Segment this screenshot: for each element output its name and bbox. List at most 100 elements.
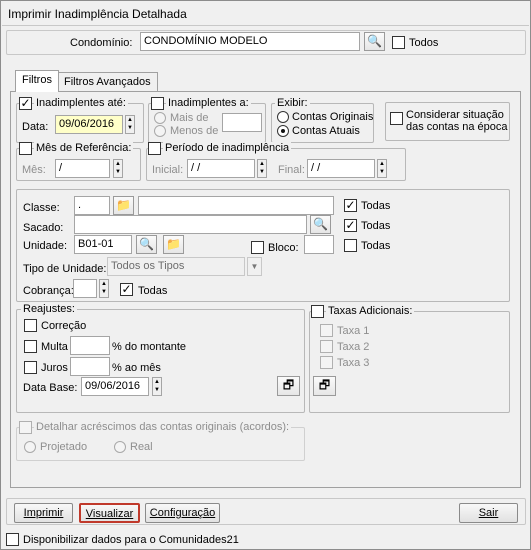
- unidade-label: Unidade:: [23, 240, 68, 252]
- projetado-radio[interactable]: [24, 441, 36, 453]
- considerar-checkbox[interactable]: [390, 112, 403, 125]
- cobranca-label: Cobrança:: [23, 285, 74, 297]
- periodo-checkbox[interactable]: [148, 142, 161, 155]
- sacado-todas-checkbox[interactable]: ✓: [344, 219, 357, 232]
- settings-window-icon: 🗗: [282, 378, 295, 392]
- mes-spinner[interactable]: ▲ ▼: [113, 159, 123, 178]
- menos-de-radio[interactable]: [154, 125, 166, 137]
- mes-referencia-checkbox[interactable]: [19, 142, 32, 155]
- condominio-todos-checkbox[interactable]: [392, 36, 405, 49]
- data-base-label: Data Base:: [23, 382, 78, 394]
- juros-label: Juros: [41, 362, 68, 374]
- unidade-todas-label: Todas: [361, 240, 391, 252]
- cobranca-todas-checkbox[interactable]: ✓: [120, 283, 133, 296]
- inadimplentes-ate-checkbox[interactable]: ✓: [19, 97, 32, 110]
- classe-folder-button[interactable]: 📁: [113, 196, 134, 215]
- multa-input[interactable]: [70, 336, 110, 355]
- reajustes-config-button[interactable]: 🗗: [277, 376, 300, 396]
- print-dialog-window: Imprimir Inadimplência Detalhada Condomí…: [0, 0, 531, 550]
- juros-checkbox[interactable]: [24, 361, 37, 374]
- tab-filtros-avancados[interactable]: Filtros Avançados: [57, 72, 158, 92]
- folder-icon: 📁: [166, 237, 181, 251]
- visualizar-button[interactable]: Visualizar: [79, 503, 140, 523]
- imprimir-button[interactable]: Imprimir: [14, 503, 73, 523]
- juros-suffix: % ao mês: [112, 362, 161, 374]
- inadimplentes-ate-date-input[interactable]: 09/06/2016: [55, 115, 123, 134]
- data-base-spinner[interactable]: ▲ ▼: [152, 377, 162, 396]
- projetado-label: Projetado: [40, 441, 88, 453]
- mes-label: Mês:: [22, 164, 46, 176]
- juros-input[interactable]: [70, 357, 110, 376]
- detalhar-checkbox[interactable]: [19, 421, 32, 434]
- multa-checkbox[interactable]: [24, 340, 37, 353]
- unidade-todas-checkbox[interactable]: [344, 239, 357, 252]
- sacado-label: Sacado:: [23, 222, 64, 234]
- mais-de-label: Mais de: [170, 112, 209, 124]
- inicial-label: Inicial:: [152, 164, 184, 176]
- contas-atuais-label: Contas Atuais: [292, 125, 360, 137]
- condominio-search-button[interactable]: 🔍: [364, 32, 385, 51]
- inadimplentes-a-days-input[interactable]: [222, 113, 262, 132]
- sacado-input[interactable]: [74, 215, 307, 234]
- mais-de-radio[interactable]: [154, 112, 166, 124]
- sacado-todas-label: Todas: [361, 220, 391, 232]
- exibir-label: Exibir:: [275, 97, 310, 109]
- menos-de-label: Menos de: [170, 125, 219, 137]
- mes-input[interactable]: /: [55, 159, 110, 178]
- unidade-folder-button[interactable]: 📁: [163, 235, 184, 254]
- tipo-unidade-label: Tipo de Unidade:: [23, 263, 107, 275]
- taxa2-label: Taxa 2: [337, 341, 370, 353]
- condominio-input[interactable]: CONDOMÍNIO MODELO: [140, 32, 360, 51]
- mes-referencia-label: Mês de Referência:: [34, 142, 134, 154]
- inadimplentes-a-checkbox[interactable]: [151, 97, 164, 110]
- real-label: Real: [130, 441, 153, 453]
- folder-icon: 📁: [116, 198, 131, 212]
- binoculars-icon: 🔍: [139, 237, 154, 251]
- classe-todas-checkbox[interactable]: ✓: [344, 199, 357, 212]
- contas-originais-radio[interactable]: [277, 111, 289, 123]
- bloco-checkbox[interactable]: [251, 241, 264, 254]
- taxas-config-button[interactable]: 🗗: [313, 376, 336, 396]
- contas-atuais-radio[interactable]: [277, 125, 289, 137]
- contas-originais-label: Contas Originais: [292, 111, 374, 123]
- inadimplentes-ate-label: Inadimplentes até:: [34, 97, 128, 109]
- classe-description-input[interactable]: [138, 196, 334, 215]
- window-title: Imprimir Inadimplência Detalhada: [2, 2, 529, 26]
- cobranca-spinner[interactable]: ▲ ▼: [99, 279, 109, 298]
- sair-button[interactable]: Sair: [459, 503, 518, 523]
- reajustes-label: Reajustes:: [21, 303, 77, 315]
- considerar-label: Considerar situação das contas na época: [406, 109, 508, 133]
- real-radio[interactable]: [114, 441, 126, 453]
- taxa3-checkbox[interactable]: [320, 356, 333, 369]
- classe-input[interactable]: .: [74, 196, 110, 215]
- disponibilizar-checkbox[interactable]: [6, 533, 19, 546]
- taxas-checkbox[interactable]: [311, 305, 324, 318]
- final-spinner[interactable]: ▲ ▼: [377, 159, 387, 178]
- correcao-label: Correção: [41, 320, 87, 332]
- inicial-input[interactable]: / /: [187, 159, 255, 178]
- unidade-search-button[interactable]: 🔍: [136, 235, 157, 254]
- inadimplentes-ate-date-spinner[interactable]: ▲ ▼: [125, 115, 135, 134]
- unidade-input[interactable]: B01-01: [74, 235, 132, 254]
- taxa1-checkbox[interactable]: [320, 324, 333, 337]
- taxa2-checkbox[interactable]: [320, 340, 333, 353]
- inicial-spinner[interactable]: ▲ ▼: [257, 159, 267, 178]
- multa-suffix: % do montante: [112, 341, 186, 353]
- data-base-input[interactable]: 09/06/2016: [81, 377, 149, 396]
- cobranca-input[interactable]: [73, 279, 97, 298]
- binoculars-icon: 🔍: [313, 217, 328, 231]
- taxa1-label: Taxa 1: [337, 325, 370, 337]
- final-input[interactable]: / /: [307, 159, 375, 178]
- configuracao-button[interactable]: Configuração: [145, 503, 220, 523]
- periodo-label: Período de inadimplência: [163, 142, 292, 154]
- condominio-todos-label: Todos: [409, 37, 439, 49]
- tab-filtros[interactable]: Filtros: [15, 70, 59, 92]
- taxas-label: Taxas Adicionais:: [326, 305, 415, 317]
- sacado-search-button[interactable]: 🔍: [310, 215, 331, 234]
- chevron-down-icon: ▼: [247, 257, 262, 276]
- final-label: Final:: [278, 164, 305, 176]
- correcao-checkbox[interactable]: [24, 319, 37, 332]
- tipo-unidade-select[interactable]: Todos os Tipos: [107, 257, 245, 276]
- bloco-label: Bloco:: [268, 242, 299, 254]
- bloco-input[interactable]: [304, 235, 334, 254]
